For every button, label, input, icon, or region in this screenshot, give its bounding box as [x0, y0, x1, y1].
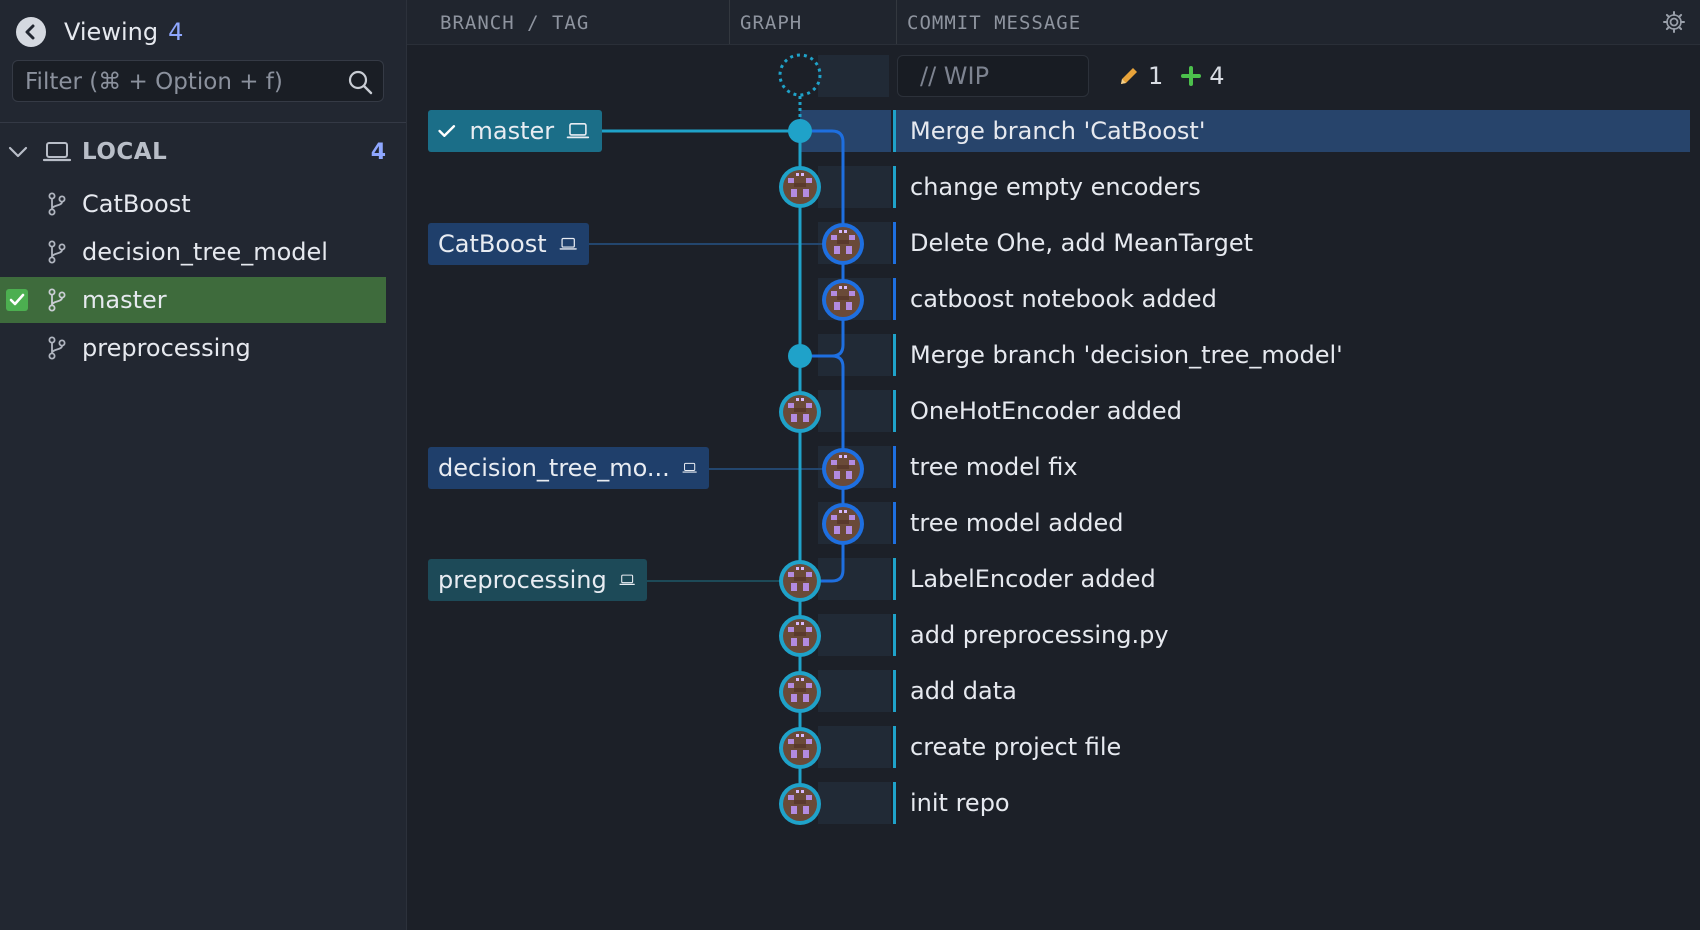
- avatar[interactable]: [822, 223, 864, 265]
- commit-row-bar: [893, 334, 896, 376]
- commit-row[interactable]: OneHotEncoder added: [893, 390, 1690, 432]
- laptop-icon: [619, 574, 635, 585]
- avatar[interactable]: [779, 671, 821, 713]
- commit-row[interactable]: init repo: [893, 782, 1690, 824]
- added-count: 4: [1209, 62, 1225, 90]
- commit-row-bar: [893, 782, 896, 824]
- commit-row[interactable]: create project file: [893, 726, 1690, 768]
- commit-row[interactable]: LabelEncoder added: [893, 558, 1690, 600]
- commit-message: add data: [910, 677, 1017, 705]
- commit-row[interactable]: Delete Ohe, add MeanTarget: [893, 222, 1690, 264]
- commit-row-bar: [893, 614, 896, 656]
- laptop-icon: [566, 123, 590, 139]
- avatar[interactable]: [779, 560, 821, 602]
- ref-tag-preprocessing[interactable]: preprocessing: [428, 559, 647, 601]
- commit-row-bar: [893, 166, 896, 208]
- merge-node[interactable]: [788, 119, 812, 143]
- commit-message: Delete Ohe, add MeanTarget: [910, 229, 1254, 257]
- commit-row[interactable]: add data: [893, 670, 1690, 712]
- commit-message: catboost notebook added: [910, 285, 1217, 313]
- avatar[interactable]: [822, 448, 864, 490]
- laptop-icon: [682, 462, 697, 473]
- avatar[interactable]: [779, 615, 821, 657]
- commit-row-bar: [893, 558, 896, 600]
- commit-message: Merge branch 'CatBoost': [910, 117, 1206, 145]
- laptop-icon: [559, 237, 577, 250]
- commit-row[interactable]: Merge branch 'decision_tree_model': [893, 334, 1690, 376]
- commit-row[interactable]: change empty encoders: [893, 166, 1690, 208]
- commit-row[interactable]: tree model added: [893, 502, 1690, 544]
- commit-message: add preprocessing.py: [910, 621, 1169, 649]
- ref-tag-label: decision_tree_mo...: [438, 454, 670, 482]
- ref-tag-label: master: [469, 117, 555, 145]
- plus-icon: [1181, 66, 1202, 86]
- ref-tag-decision-tree-model[interactable]: decision_tree_mo...: [428, 447, 709, 489]
- commit-row-bar: [893, 222, 896, 264]
- commit-message: init repo: [910, 789, 1010, 817]
- commit-row[interactable]: Merge branch 'CatBoost': [893, 110, 1690, 152]
- commit-row-bar: [893, 110, 896, 152]
- check-icon: [438, 125, 456, 137]
- ref-tag-master[interactable]: master: [428, 110, 602, 152]
- merge-node[interactable]: [788, 344, 812, 368]
- commit-row-bar: [893, 278, 896, 320]
- ref-tag-label: preprocessing: [438, 566, 607, 594]
- modified-count: 1: [1148, 62, 1164, 90]
- commit-message: tree model added: [910, 509, 1124, 537]
- avatar[interactable]: [779, 783, 821, 825]
- wip-node[interactable]: [778, 53, 822, 97]
- pencil-icon: [1121, 68, 1137, 84]
- commit-message: change empty encoders: [910, 173, 1201, 201]
- avatar[interactable]: [779, 391, 821, 433]
- avatar[interactable]: [822, 503, 864, 545]
- commit-row-bar: [893, 446, 896, 488]
- wip-summary-input[interactable]: // WIP: [897, 55, 1089, 97]
- commit-row[interactable]: tree model fix: [893, 446, 1690, 488]
- commit-row[interactable]: add preprocessing.py: [893, 614, 1690, 656]
- commit-row-bar: [893, 502, 896, 544]
- commit-row[interactable]: catboost notebook added: [893, 278, 1690, 320]
- commit-row-bar: [893, 726, 896, 768]
- wip-stats: 1 4: [1118, 55, 1225, 97]
- commit-message: OneHotEncoder added: [910, 397, 1182, 425]
- avatar[interactable]: [822, 279, 864, 321]
- commit-message: create project file: [910, 733, 1122, 761]
- commit-row-bar: [893, 390, 896, 432]
- avatar[interactable]: [779, 166, 821, 208]
- commit-message: LabelEncoder added: [910, 565, 1156, 593]
- commit-message: Merge branch 'decision_tree_model': [910, 341, 1343, 369]
- ref-tag-label: CatBoost: [438, 230, 547, 258]
- commit-message: tree model fix: [910, 453, 1078, 481]
- ref-tag-catboost[interactable]: CatBoost: [428, 223, 589, 265]
- graph-row-shading: [818, 55, 891, 824]
- avatar[interactable]: [779, 727, 821, 769]
- commit-row-bar: [893, 670, 896, 712]
